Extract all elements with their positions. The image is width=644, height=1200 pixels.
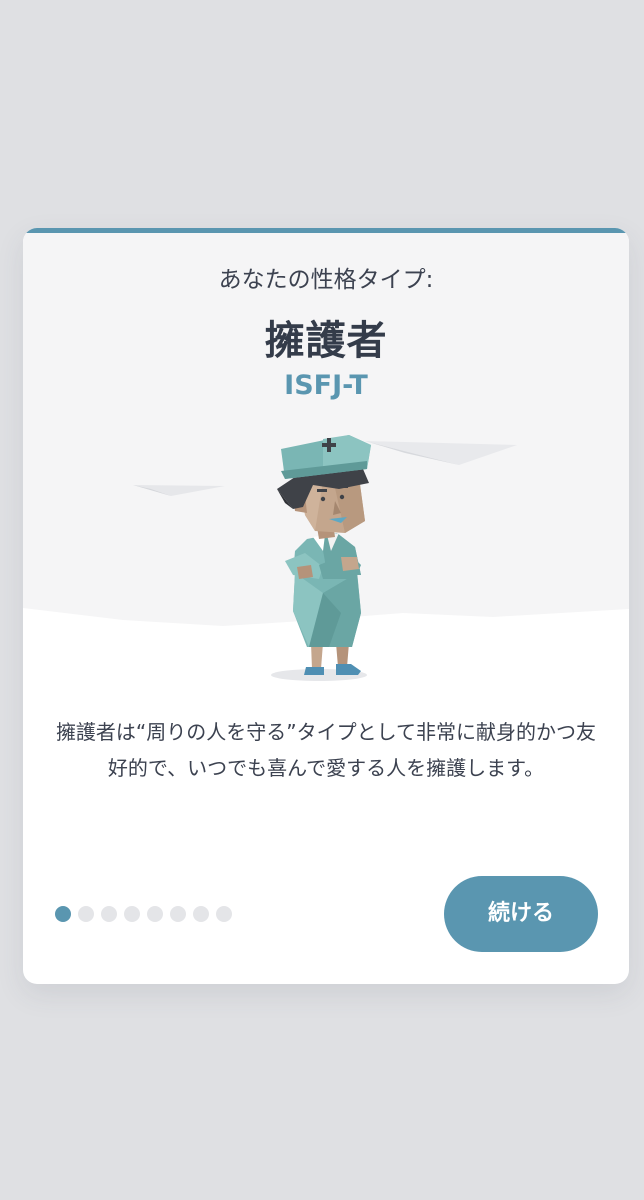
- paper-plane-cloud-left: [133, 485, 225, 496]
- result-card: あなたの性格タイプ: 擁護者 ISFJ-T 擁護者は“周りの人を守る”タイプとし…: [23, 228, 629, 984]
- personality-type-code: ISFJ-T: [284, 370, 368, 401]
- type-description: 擁護者は“周りの人を守る”タイプとして非常に献身的かつ友好的で、いつでも喜んで愛…: [55, 720, 597, 780]
- right-eye: [339, 494, 345, 500]
- page-dot: [78, 906, 94, 922]
- continue-button[interactable]: 続ける: [444, 876, 598, 952]
- nurse-character-illustration: [23, 435, 629, 703]
- result-subtitle: あなたの性格タイプ:: [218, 267, 434, 293]
- left-shoe: [304, 667, 324, 675]
- left-hand: [341, 557, 359, 571]
- left-eyebrow: [317, 489, 327, 492]
- page-dot: [101, 906, 117, 922]
- cap-cross-horizontal: [322, 443, 336, 447]
- page-dot-active: [55, 906, 71, 922]
- page-dot: [170, 906, 186, 922]
- personality-type-name: 擁護者: [264, 318, 388, 364]
- page-dot: [193, 906, 209, 922]
- page-dot: [124, 906, 140, 922]
- left-eye: [320, 496, 326, 502]
- right-hand: [297, 565, 313, 579]
- page-dot: [216, 906, 232, 922]
- page-dot: [147, 906, 163, 922]
- page-indicator: [55, 906, 232, 924]
- paper-plane-cloud-right: [365, 441, 517, 465]
- right-eyebrow: [337, 485, 348, 488]
